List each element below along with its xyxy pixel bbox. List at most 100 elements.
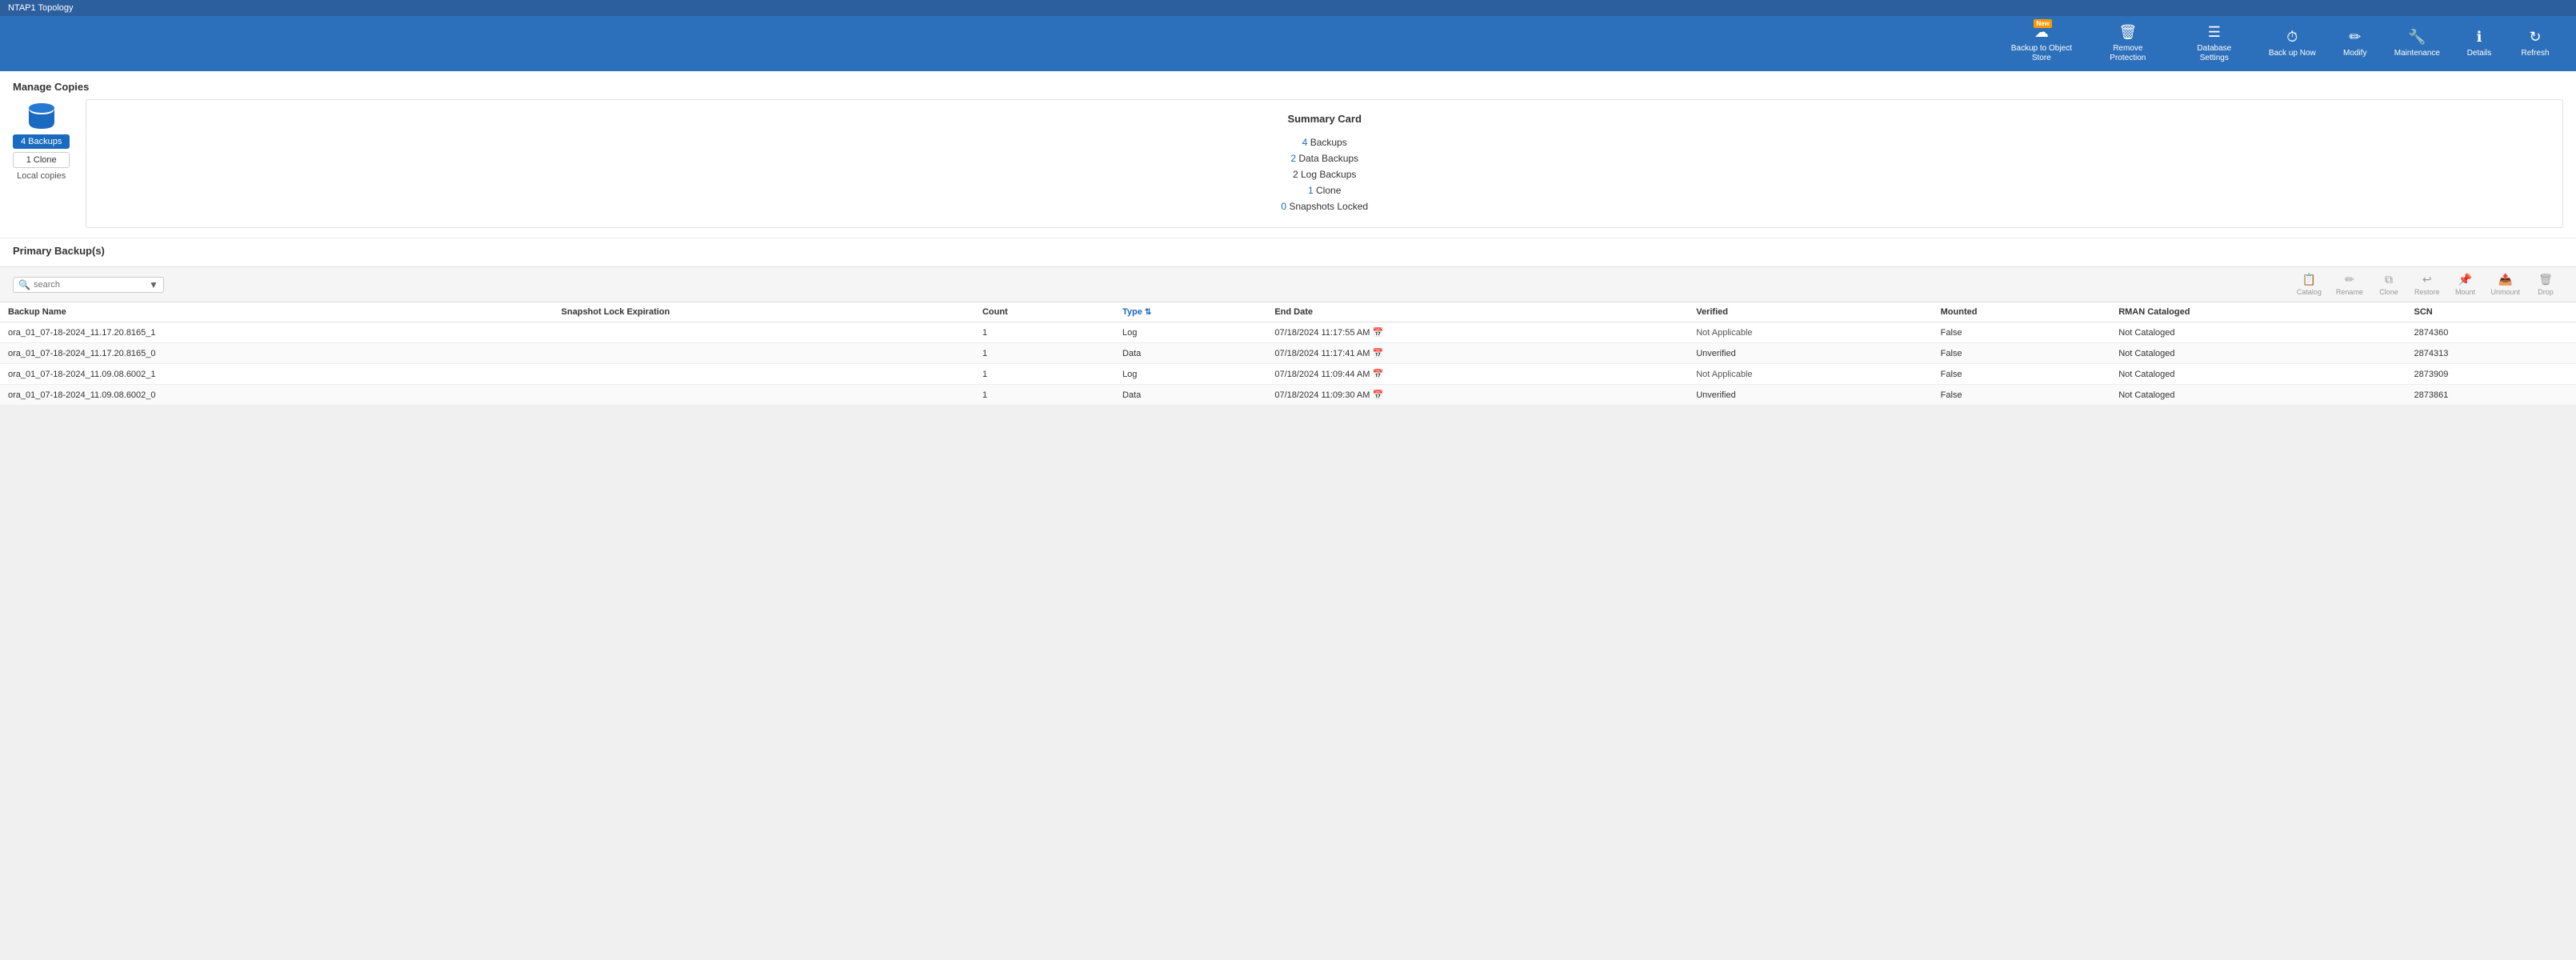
table-row[interactable]: ora_01_07-18-2024_11.17.20.8165_01Data07… <box>0 343 2576 364</box>
search-input[interactable] <box>34 280 146 290</box>
cell-backup-name: ora_01_07-18-2024_11.17.20.8165_0 <box>0 343 554 364</box>
remove-protection-label: Remove Protection <box>2096 44 2160 63</box>
drop-icon: 🗑 <box>2538 273 2553 286</box>
cell-snapshot-lock <box>554 343 974 364</box>
cell-scn: 2873909 <box>2406 364 2576 385</box>
unmount-label: Unmount <box>2490 288 2520 296</box>
toolbar-details[interactable]: ℹ Details <box>2451 26 2507 62</box>
col-count: Count <box>974 302 1114 322</box>
col-end-date: End Date <box>1266 302 1688 322</box>
clone-icon: ⧉ <box>2385 273 2393 286</box>
filter-icon[interactable]: ▼ <box>149 279 158 290</box>
summary-snapshots-count[interactable]: 0 <box>1281 201 1286 212</box>
database-settings-label: Database Settings <box>2182 44 2246 63</box>
restore-label: Restore <box>2414 288 2440 296</box>
toolbar: New ☁ Backup to Object Store 🗑 Remove Pr… <box>0 16 2576 71</box>
mount-button[interactable]: 📌 Mount <box>2447 270 2482 298</box>
drop-label: Drop <box>2538 288 2554 296</box>
summary-data-backups: 2 Data Backups <box>102 150 2546 166</box>
toolbar-back-up-now[interactable]: ⏱ Back up Now <box>2258 26 2327 62</box>
col-rman-cataloged: RMAN Cataloged <box>2110 302 2406 322</box>
cell-end-date: 07/18/2024 11:09:30 AM 📅 <box>1266 385 1688 406</box>
drop-button[interactable]: 🗑 Drop <box>2528 270 2563 298</box>
refresh-label: Refresh <box>2521 49 2549 58</box>
clone-count-button[interactable]: 1 Clone <box>13 152 70 168</box>
rename-button[interactable]: ✏ Rename <box>2330 270 2370 298</box>
cell-verified: Unverified <box>1688 343 1932 364</box>
table-row[interactable]: ora_01_07-18-2024_11.09.08.6002_11Log07/… <box>0 364 2576 385</box>
cell-rman-cataloged: Not Cataloged <box>2110 364 2406 385</box>
primary-backups-title: Primary Backup(s) <box>13 245 2563 257</box>
cell-verified: Not Applicable <box>1688 364 1932 385</box>
local-copies-label: Local copies <box>17 171 66 181</box>
toolbar-modify[interactable]: ✏ Modify <box>2327 26 2383 62</box>
manage-copies-area: 4 Backups 1 Clone Local copies Summary C… <box>0 99 2576 238</box>
cell-snapshot-lock <box>554 385 974 406</box>
app-title: NTAP1 Topology <box>8 3 74 13</box>
database-icon <box>26 99 58 131</box>
clone-button[interactable]: ⧉ Clone <box>2371 270 2406 298</box>
back-up-now-label: Back up Now <box>2269 49 2316 58</box>
cell-mounted: False <box>1933 364 2111 385</box>
cell-mounted: False <box>1933 322 2111 343</box>
table-row[interactable]: ora_01_07-18-2024_11.09.08.6002_01Data07… <box>0 385 2576 406</box>
secondary-toolbar: 🔍 ▼ 📋 Catalog ✏ Rename ⧉ Clone ↩ Restore <box>0 266 2576 302</box>
title-bar: NTAP1 Topology <box>0 0 2576 16</box>
cell-snapshot-lock <box>554 364 974 385</box>
unmount-icon: 📤 <box>2498 273 2512 286</box>
summary-data-backups-count[interactable]: 2 <box>1290 153 1296 164</box>
unmount-button[interactable]: 📤 Unmount <box>2484 270 2526 298</box>
search-icon: 🔍 <box>18 279 30 290</box>
cell-count: 1 <box>974 385 1114 406</box>
search-box[interactable]: 🔍 ▼ <box>13 277 164 293</box>
backups-count-button[interactable]: 4 Backups <box>13 134 70 149</box>
type-sort-icon[interactable]: ⇅ <box>1145 308 1151 317</box>
col-type[interactable]: Type ⇅ <box>1114 302 1266 322</box>
toolbar-remove-protection[interactable]: 🗑 Remove Protection <box>2085 21 2171 66</box>
new-badge: New <box>2034 19 2051 28</box>
cell-scn: 2874360 <box>2406 322 2576 343</box>
maintenance-label: Maintenance <box>2394 49 2440 58</box>
sliders-icon: ☰ <box>2208 24 2221 41</box>
cell-snapshot-lock <box>554 322 974 343</box>
summary-clone-count[interactable]: 1 <box>1308 185 1314 196</box>
pencil-icon: ✏ <box>2349 29 2361 46</box>
backups-table: Backup Name Snapshot Lock Expiration Cou… <box>0 302 2576 406</box>
summary-backups-count[interactable]: 4 <box>1302 137 1308 148</box>
modify-label: Modify <box>2343 49 2366 58</box>
rename-label: Rename <box>2336 288 2363 296</box>
cell-verified: Unverified <box>1688 385 1932 406</box>
summary-log-backups: 2 Log Backups <box>102 166 2546 182</box>
col-scn: SCN <box>2406 302 2576 322</box>
col-verified: Verified <box>1688 302 1932 322</box>
summary-clone: 1 Clone <box>102 182 2546 198</box>
cell-backup-name: ora_01_07-18-2024_11.09.08.6002_1 <box>0 364 554 385</box>
cell-scn: 2874313 <box>2406 343 2576 364</box>
clock-icon: ⏱ <box>2286 29 2298 46</box>
summary-log-backups-count[interactable]: 2 <box>1293 169 1298 180</box>
summary-card: Summary Card 4 Backups 2 Data Backups 2 … <box>86 99 2563 228</box>
cell-mounted: False <box>1933 343 2111 364</box>
toolbar-refresh[interactable]: ↻ Refresh <box>2507 26 2563 62</box>
cell-scn: 2873861 <box>2406 385 2576 406</box>
mount-icon: 📌 <box>2458 273 2472 286</box>
toolbar-database-settings[interactable]: ☰ Database Settings <box>2171 21 2258 66</box>
cell-count: 1 <box>974 343 1114 364</box>
catalog-button[interactable]: 📋 Catalog <box>2290 270 2328 298</box>
refresh-icon: ↻ <box>2529 29 2541 46</box>
table-row[interactable]: ora_01_07-18-2024_11.17.20.8165_11Log07/… <box>0 322 2576 343</box>
table-body: ora_01_07-18-2024_11.17.20.8165_11Log07/… <box>0 322 2576 406</box>
local-copies-card: 4 Backups 1 Clone Local copies <box>13 99 70 181</box>
toolbar-backup-object-store[interactable]: New ☁ Backup to Object Store <box>1998 21 2085 66</box>
catalog-icon: 📋 <box>2302 273 2316 286</box>
cell-count: 1 <box>974 322 1114 343</box>
restore-button[interactable]: ↩ Restore <box>2408 270 2446 298</box>
mount-label: Mount <box>2455 288 2475 296</box>
backup-object-store-label: Backup to Object Store <box>2010 44 2074 63</box>
summary-snapshots-locked: 0 Snapshots Locked <box>102 198 2546 214</box>
cell-count: 1 <box>974 364 1114 385</box>
cell-backup-name: ora_01_07-18-2024_11.17.20.8165_1 <box>0 322 554 343</box>
cell-verified: Not Applicable <box>1688 322 1932 343</box>
manage-copies-header: Manage Copies <box>0 71 2576 99</box>
toolbar-maintenance[interactable]: 🔧 Maintenance <box>2383 26 2451 62</box>
